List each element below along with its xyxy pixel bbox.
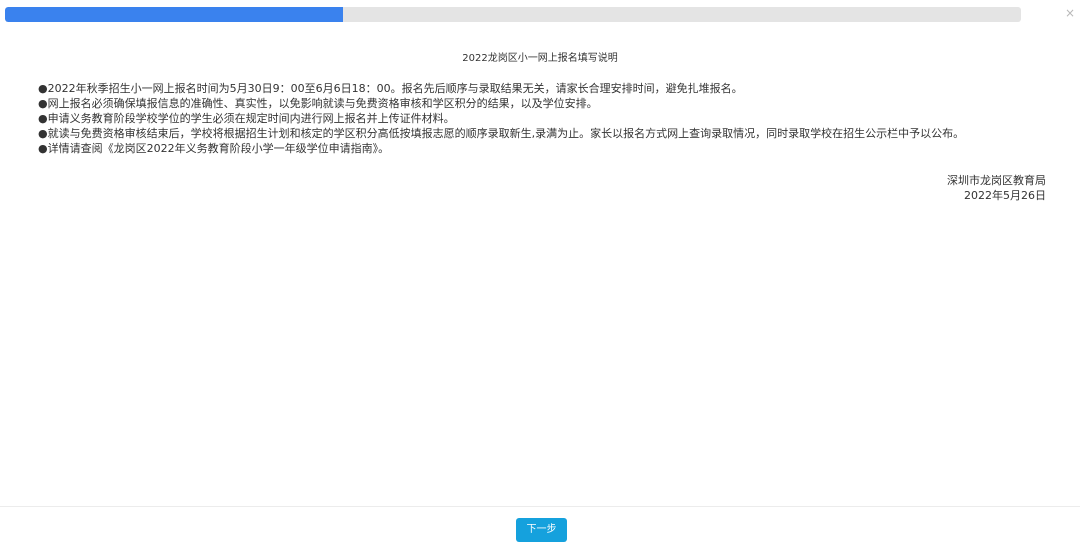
notice-list: ●2022年秋季招生小一网上报名时间为5月30日9：00至6月6日18：00。报… (38, 81, 1038, 156)
notice-item-upload-materials: ●申请义务教育阶段学校学位的学生必须在规定时间内进行网上报名并上传证件材料。 (38, 112, 455, 125)
close-icon[interactable]: × (1063, 5, 1077, 21)
signature-issuer: 深圳市龙岗区教育局 (947, 174, 1046, 187)
footer-divider (0, 506, 1080, 507)
progress-bar (5, 7, 1021, 22)
notice-item-guide-reference: ●详情请查阅《龙岗区2022年义务教育阶段小学一年级学位申请指南》。 (38, 142, 390, 155)
page-title: 2022龙岗区小一网上报名填写说明 (462, 53, 618, 64)
registration-notice-dialog: × 2022龙岗区小一网上报名填写说明 ●2022年秋季招生小一网上报名时间为5… (0, 0, 1080, 557)
progress-bar-fill (5, 7, 344, 22)
signature-date: 2022年5月26日 (964, 189, 1046, 202)
notice-item-admission-process: ●就读与免费资格审核结束后，学校将根据招生计划和核定的学区积分高低按填报志愿的顺… (38, 127, 965, 140)
signature-block: 深圳市龙岗区教育局 2022年5月26日 (947, 173, 1046, 203)
notice-item-accuracy: ●网上报名必须确保填报信息的准确性、真实性，以免影响就读与免费资格审核和学区积分… (38, 97, 598, 110)
notice-item-registration-time: ●2022年秋季招生小一网上报名时间为5月30日9：00至6月6日18：00。报… (38, 82, 743, 95)
next-step-button[interactable]: 下一步 (516, 518, 567, 542)
